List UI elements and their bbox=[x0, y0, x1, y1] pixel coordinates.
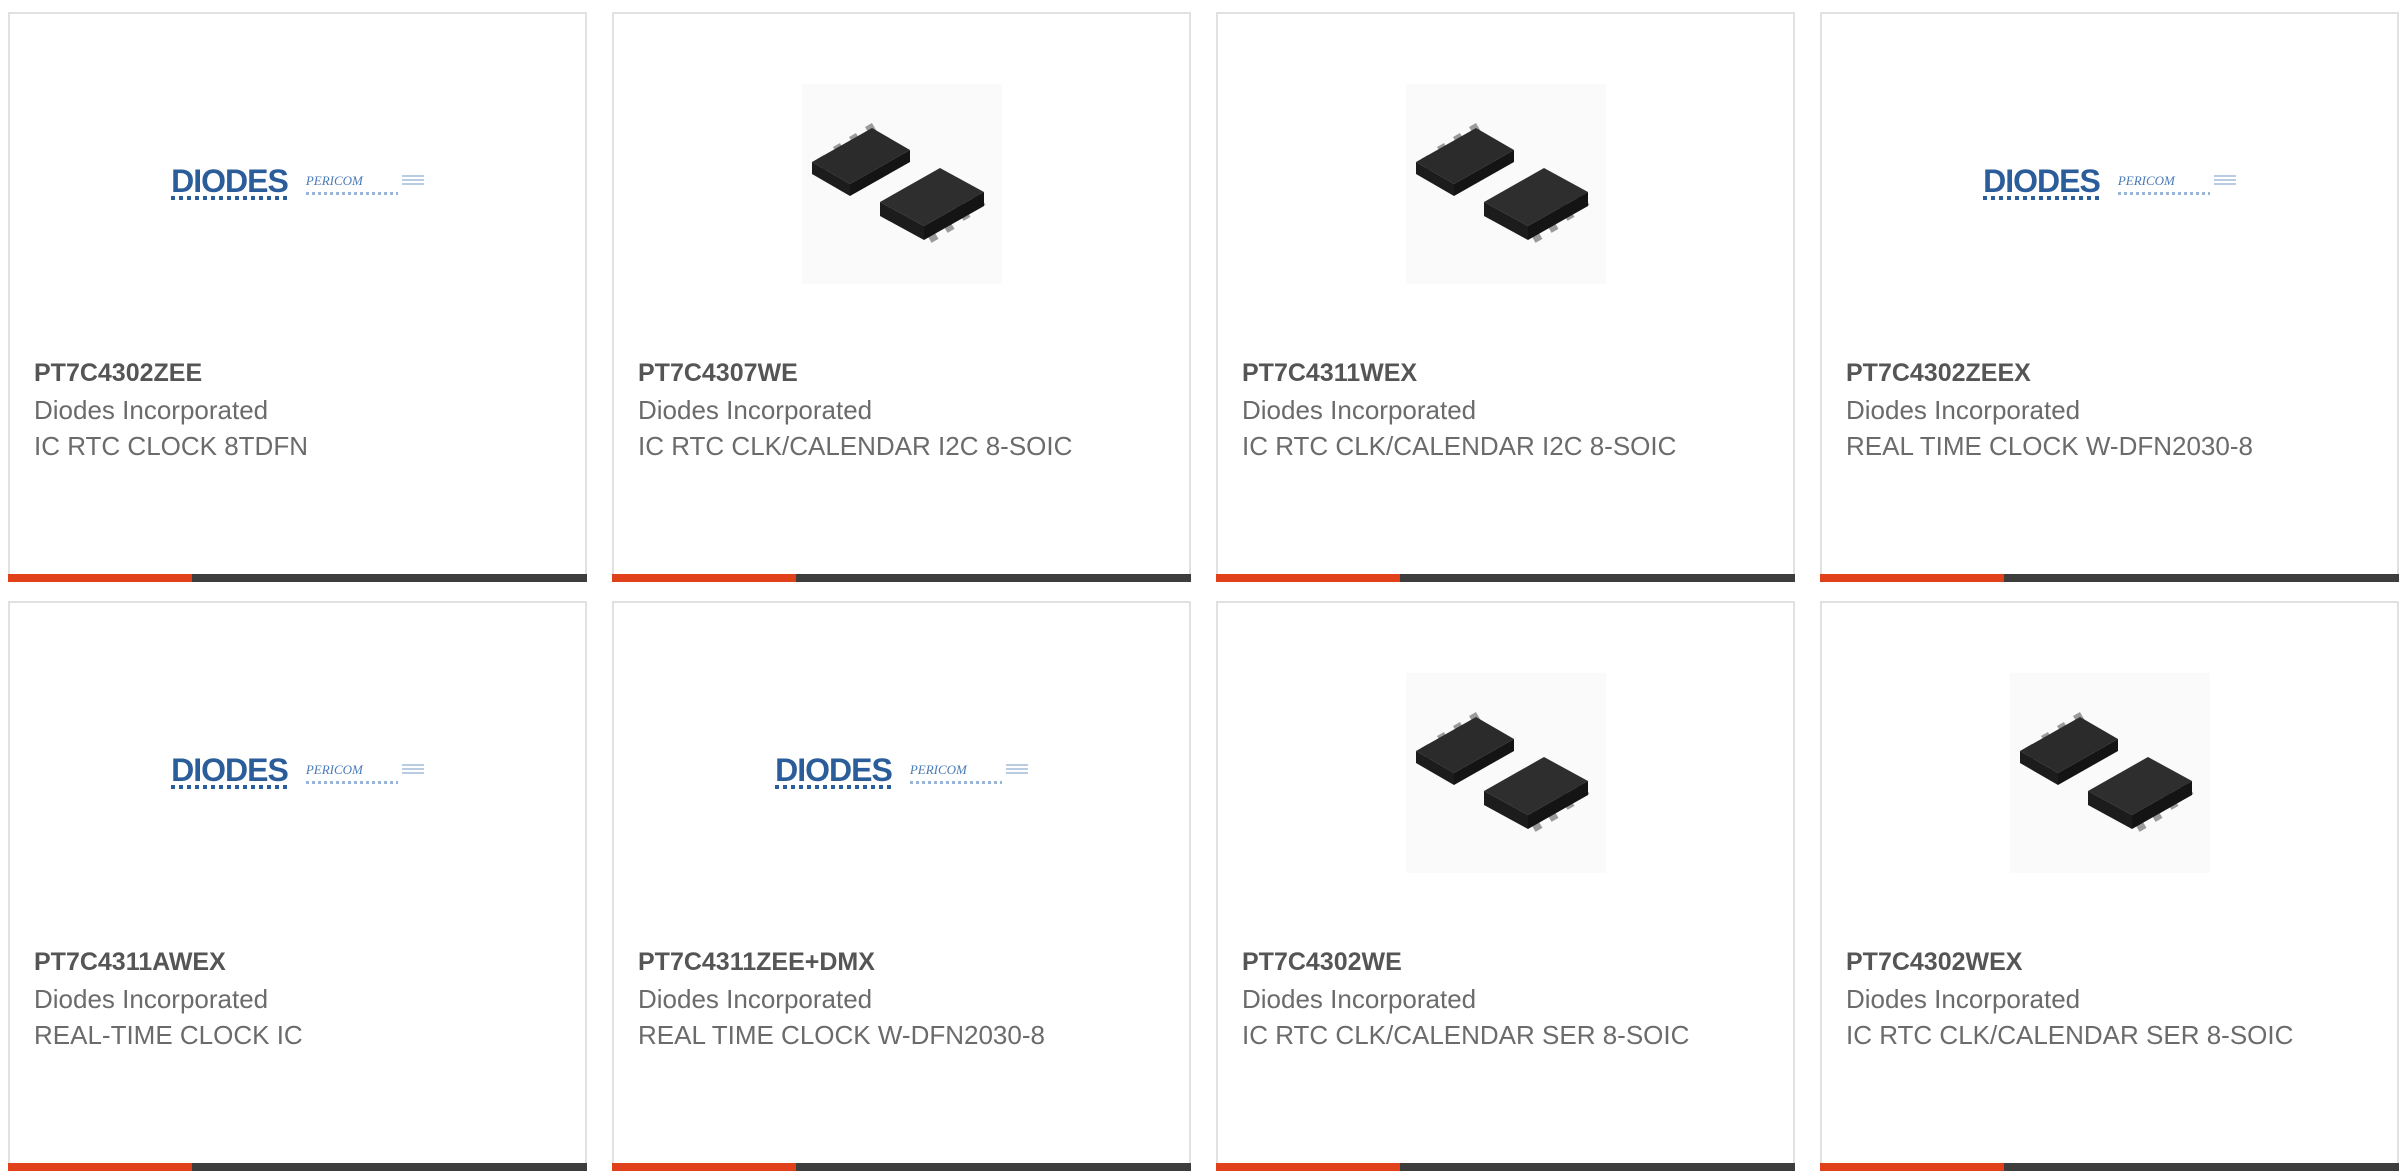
description: REAL TIME CLOCK W-DFN2030-8 bbox=[638, 1020, 1045, 1050]
manufacturer: Diodes Incorporated bbox=[34, 984, 269, 1014]
product-image bbox=[1218, 84, 1793, 284]
product-card[interactable]: DIODES PERICOM PT7C4302ZEE Diodes Incorp… bbox=[8, 12, 587, 582]
manufacturer: Diodes Incorporated bbox=[1242, 395, 1477, 425]
card-footer-bar bbox=[1820, 574, 2399, 582]
card-footer-bar bbox=[1820, 1163, 2399, 1171]
description: REAL TIME CLOCK W-DFN2030-8 bbox=[1846, 431, 2253, 461]
part-number[interactable]: PT7C4302ZEEX bbox=[1846, 354, 2306, 392]
soic-chip-icon bbox=[1405, 673, 1606, 873]
card-footer-bar bbox=[1216, 574, 1795, 582]
part-number[interactable]: PT7C4302WEX bbox=[1846, 943, 2306, 981]
product-image: DIODES PERICOM bbox=[614, 673, 1189, 873]
manufacturer: Diodes Incorporated bbox=[1846, 984, 2081, 1014]
diodes-logo: DIODES PERICOM bbox=[171, 754, 424, 789]
part-number[interactable]: PT7C4307WE bbox=[638, 354, 1098, 392]
diodes-logo: DIODES PERICOM bbox=[171, 165, 424, 200]
part-number[interactable]: PT7C4311WEX bbox=[1242, 354, 1702, 392]
card-footer-bar bbox=[8, 574, 587, 582]
card-footer-bar bbox=[8, 1163, 587, 1171]
part-number[interactable]: PT7C4311AWEX bbox=[34, 943, 494, 981]
product-grid: DIODES PERICOM PT7C4302ZEE Diodes Incorp… bbox=[0, 0, 2400, 1171]
product-image: DIODES PERICOM bbox=[10, 673, 585, 873]
product-card[interactable]: PT7C4307WE Diodes Incorporated IC RTC CL… bbox=[612, 12, 1191, 582]
product-card[interactable]: PT7C4311WEX Diodes Incorporated IC RTC C… bbox=[1216, 12, 1795, 582]
part-number[interactable]: PT7C4302ZEE bbox=[34, 354, 494, 392]
soic-chip-icon bbox=[801, 84, 1002, 284]
card-footer-bar bbox=[612, 574, 1191, 582]
soic-chip-icon bbox=[1405, 84, 1606, 284]
product-image: DIODES PERICOM bbox=[1822, 84, 2397, 284]
product-card[interactable]: DIODES PERICOM PT7C4311ZEE+DMX Diodes In… bbox=[612, 601, 1191, 1171]
manufacturer: Diodes Incorporated bbox=[638, 984, 873, 1014]
card-footer-bar bbox=[1216, 1163, 1795, 1171]
product-image bbox=[1822, 673, 2397, 873]
product-card[interactable]: PT7C4302WEX Diodes Incorporated IC RTC C… bbox=[1820, 601, 2399, 1171]
soic-chip-icon bbox=[2009, 673, 2210, 873]
product-image bbox=[1218, 673, 1793, 873]
part-number[interactable]: PT7C4311ZEE+DMX bbox=[638, 943, 1098, 981]
manufacturer: Diodes Incorporated bbox=[638, 395, 873, 425]
card-footer-bar bbox=[612, 1163, 1191, 1171]
description: IC RTC CLK/CALENDAR SER 8-SOIC bbox=[1242, 1020, 1690, 1050]
description: IC RTC CLOCK 8TDFN bbox=[34, 431, 308, 461]
diodes-logo: DIODES PERICOM bbox=[775, 754, 1028, 789]
manufacturer: Diodes Incorporated bbox=[34, 395, 269, 425]
product-card[interactable]: PT7C4302WE Diodes Incorporated IC RTC CL… bbox=[1216, 601, 1795, 1171]
diodes-logo: DIODES PERICOM bbox=[1983, 165, 2236, 200]
product-card[interactable]: DIODES PERICOM PT7C4311AWEX Diodes Incor… bbox=[8, 601, 587, 1171]
description: IC RTC CLK/CALENDAR I2C 8-SOIC bbox=[1242, 431, 1677, 461]
description: IC RTC CLK/CALENDAR I2C 8-SOIC bbox=[638, 431, 1073, 461]
description: IC RTC CLK/CALENDAR SER 8-SOIC bbox=[1846, 1020, 2294, 1050]
product-card[interactable]: DIODES PERICOM PT7C4302ZEEX Diodes Incor… bbox=[1820, 12, 2399, 582]
manufacturer: Diodes Incorporated bbox=[1846, 395, 2081, 425]
part-number[interactable]: PT7C4302WE bbox=[1242, 943, 1702, 981]
product-image bbox=[614, 84, 1189, 284]
product-image: DIODES PERICOM bbox=[10, 84, 585, 284]
manufacturer: Diodes Incorporated bbox=[1242, 984, 1477, 1014]
description: REAL-TIME CLOCK IC bbox=[34, 1020, 303, 1050]
